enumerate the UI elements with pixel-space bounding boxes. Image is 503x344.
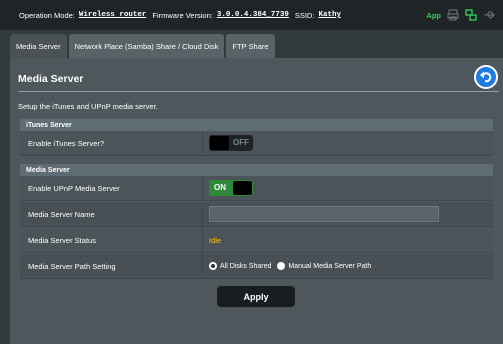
itunes-enable-label: Enable iTunes Server? bbox=[28, 138, 105, 148]
itunes-toggle[interactable]: OFF bbox=[209, 135, 253, 151]
upnp-enable-field: ON bbox=[202, 175, 493, 201]
media-server-path-field: All Disks Shared Manual Media Server Pat… bbox=[202, 253, 493, 279]
page-title: Media Server bbox=[18, 73, 84, 85]
apply-button[interactable]: Apply bbox=[217, 286, 295, 307]
ssid-label: SSID: bbox=[294, 10, 315, 20]
page-description: Setup the iTunes and UPnP media server. bbox=[18, 102, 158, 111]
tab-media-server[interactable]: Media Server bbox=[10, 34, 67, 58]
itunes-toggle-knob bbox=[210, 136, 229, 150]
status-value: Idle bbox=[209, 235, 222, 245]
itunes-enable-row: Enable iTunes Server? OFF bbox=[20, 130, 493, 156]
operation-mode-link[interactable]: Wireless router bbox=[79, 11, 147, 19]
media-server-status-field: Idle bbox=[202, 227, 493, 253]
operation-mode-label: Operation Mode: bbox=[19, 10, 75, 20]
media-server-section-header: Media Server bbox=[20, 164, 493, 176]
tab-network-place[interactable]: Network Place (Samba) Share / Cloud Disk bbox=[68, 34, 225, 58]
radio-manual-path[interactable]: Manual Media Server Path bbox=[277, 262, 371, 270]
radio-all-disks-label: All Disks Shared bbox=[220, 262, 272, 270]
media-server-name-label: Media Server Name bbox=[28, 209, 95, 219]
firmware-label: Firmware Version: bbox=[152, 10, 213, 20]
media-server-status-label: Media Server Status bbox=[28, 235, 96, 245]
printer-icon[interactable] bbox=[447, 9, 459, 21]
radio-all-disks[interactable]: All Disks Shared bbox=[209, 262, 271, 270]
media-server-path-label: Media Server Path Setting bbox=[28, 261, 116, 271]
title-divider bbox=[18, 91, 499, 92]
radio-manual-path-dot[interactable] bbox=[277, 262, 286, 270]
upnp-enable-row: Enable UPnP Media Server ON bbox=[20, 175, 493, 201]
radio-manual-path-label: Manual Media Server Path bbox=[288, 262, 372, 270]
itunes-toggle-text: OFF bbox=[233, 138, 249, 147]
media-server-path-row: Media Server Path Setting All Disks Shar… bbox=[20, 253, 493, 279]
tab-ftp-share[interactable]: FTP Share bbox=[226, 34, 275, 58]
status-icons: App bbox=[426, 0, 495, 30]
network-icon[interactable] bbox=[465, 9, 477, 21]
media-server-status-row: Media Server Status Idle bbox=[20, 227, 493, 253]
upnp-toggle-knob bbox=[233, 181, 252, 195]
upnp-enable-label: Enable UPnP Media Server bbox=[28, 183, 120, 193]
top-status-bar: Operation Mode: Wireless router Firmware… bbox=[0, 0, 503, 30]
content-panel: Media Server Setup the iTunes and UPnP m… bbox=[10, 58, 503, 344]
itunes-enable-field: OFF bbox=[202, 130, 493, 156]
media-server-name-row: Media Server Name bbox=[20, 201, 493, 227]
upnp-toggle[interactable]: ON bbox=[209, 180, 253, 196]
back-button[interactable] bbox=[474, 65, 498, 89]
media-server-name-input[interactable] bbox=[209, 206, 439, 222]
itunes-section-header: iTunes Server bbox=[20, 119, 493, 131]
radio-all-disks-dot[interactable] bbox=[209, 262, 217, 270]
app-link[interactable]: App bbox=[426, 11, 441, 20]
tab-bar: Media Server Network Place (Samba) Share… bbox=[10, 34, 275, 58]
back-arrow-icon bbox=[480, 71, 492, 83]
ssid-link[interactable]: Kathy bbox=[318, 11, 341, 19]
media-server-name-field bbox=[202, 201, 493, 227]
firmware-link[interactable]: 3.0.0.4.384_7739 bbox=[217, 11, 289, 19]
usb-icon[interactable] bbox=[483, 9, 495, 21]
upnp-toggle-text: ON bbox=[214, 183, 226, 192]
